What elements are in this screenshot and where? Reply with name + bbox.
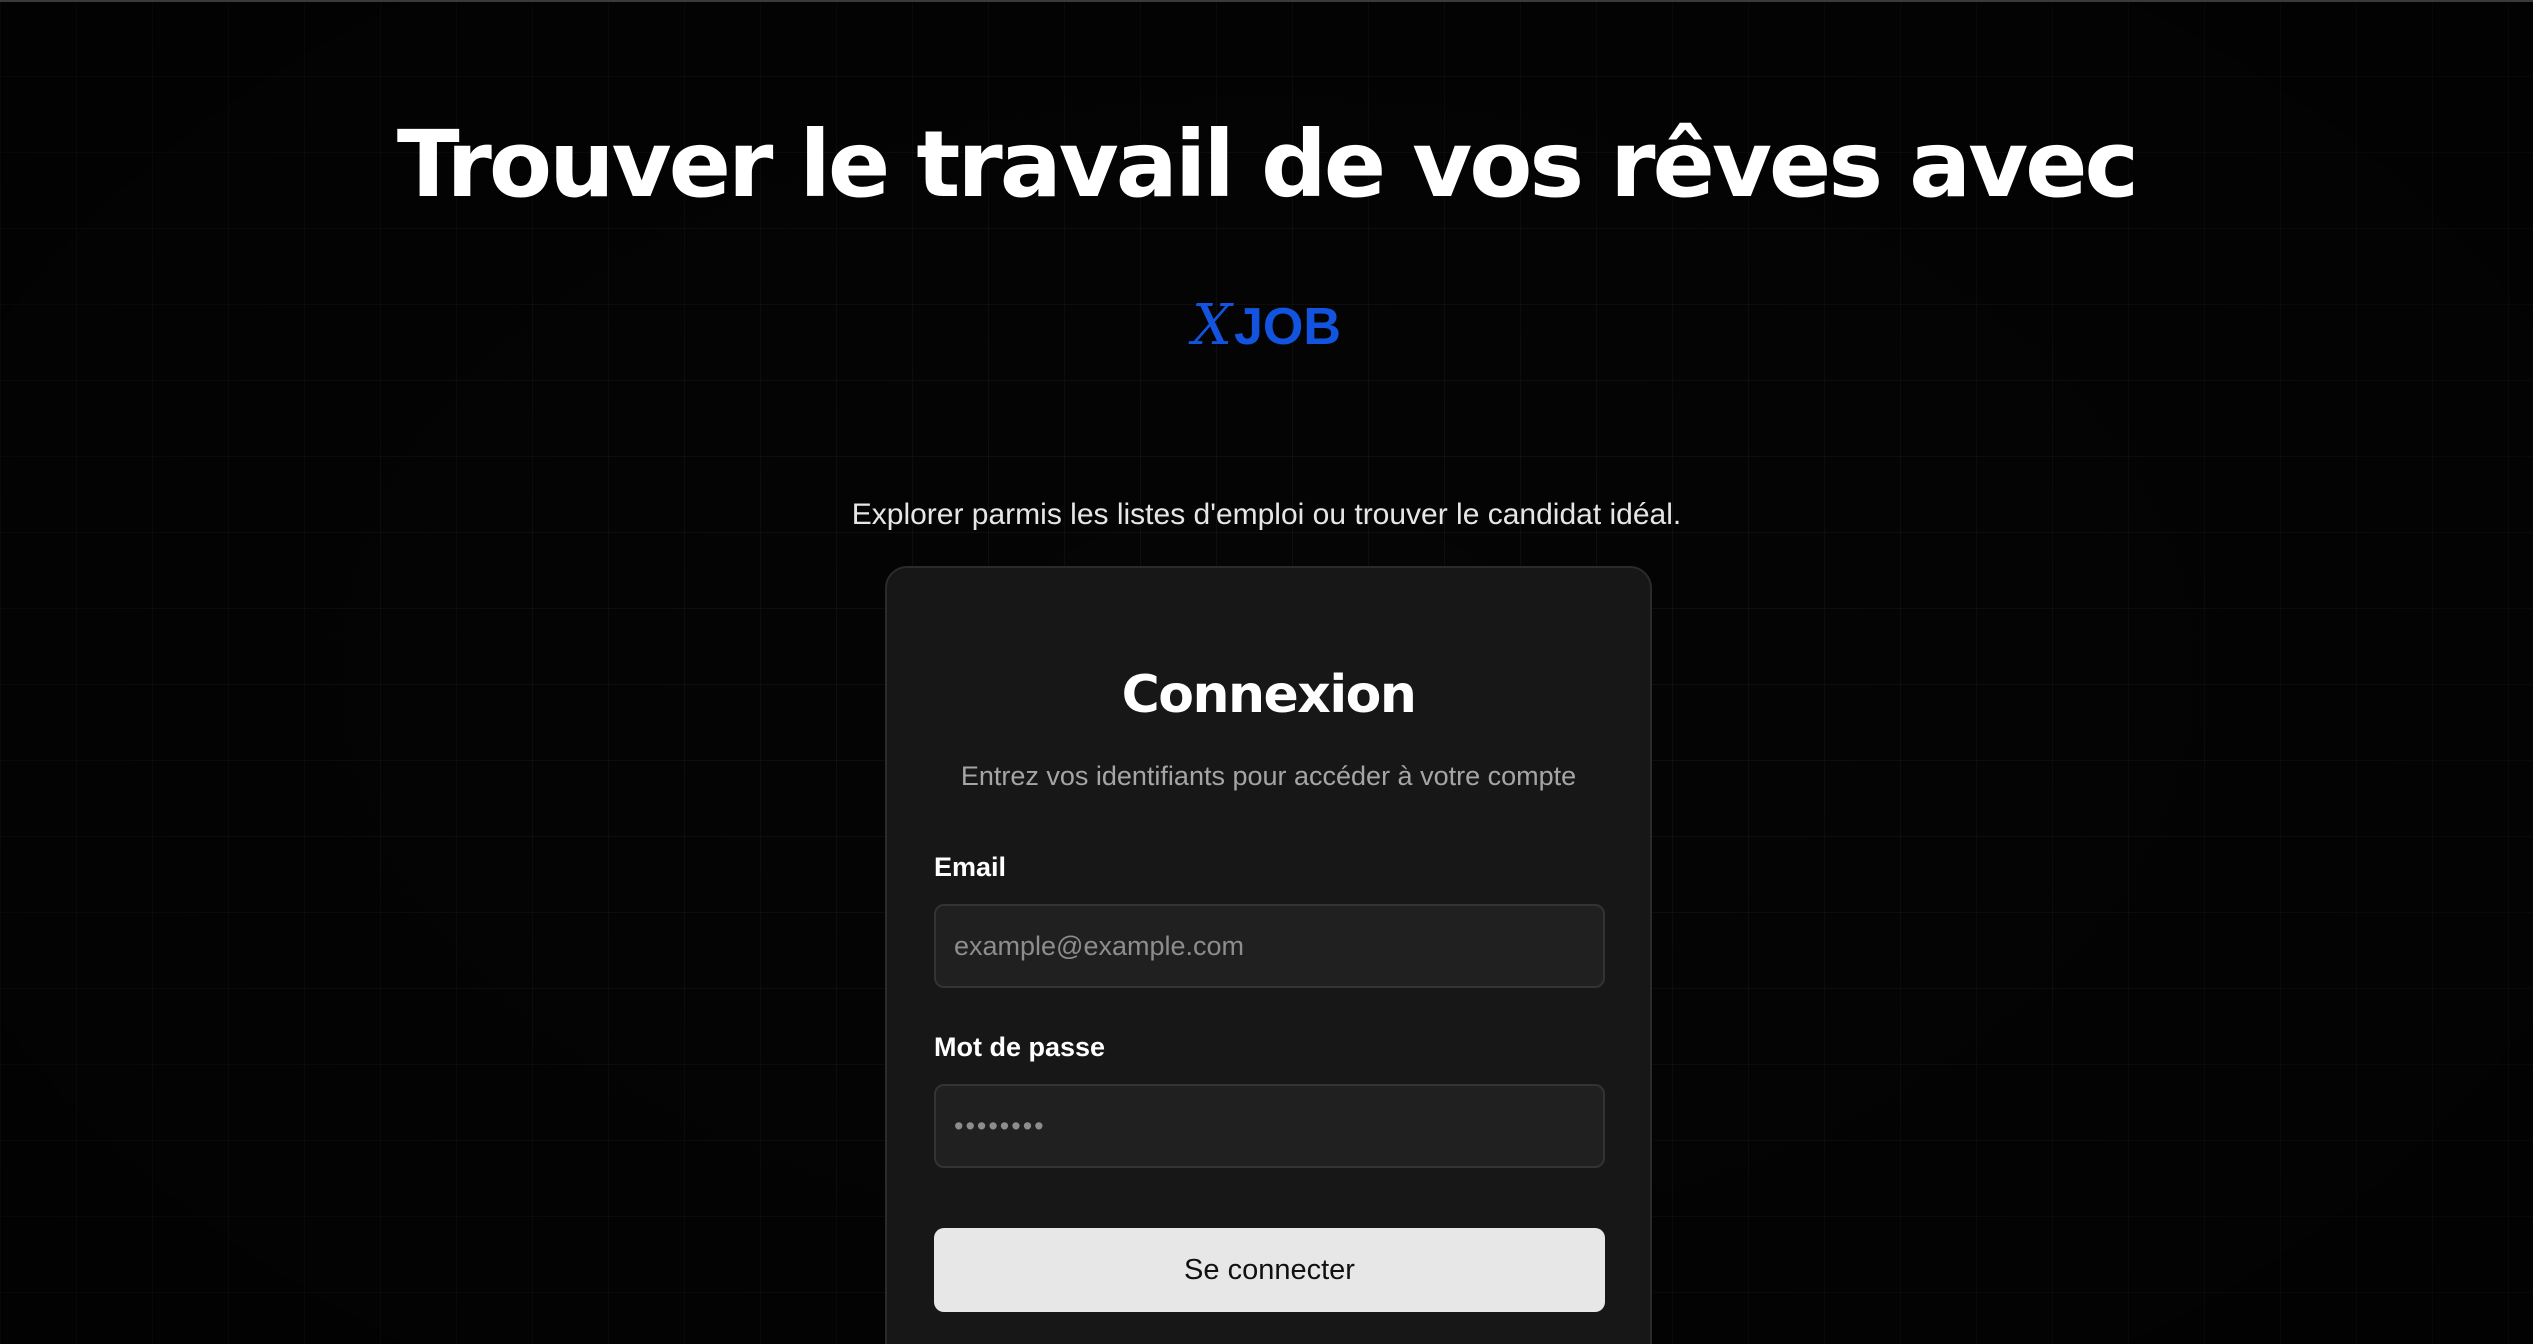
hero-title: Trouver le travail de vos rêves avec — [396, 111, 2139, 218]
password-field[interactable] — [934, 1084, 1605, 1168]
email-field[interactable] — [934, 904, 1605, 988]
login-button[interactable]: Se connecter — [934, 1228, 1605, 1312]
top-border — [0, 0, 2533, 2]
brand-logo: XJOB — [0, 292, 2533, 359]
login-description: Entrez vos identifiants pour accéder à v… — [960, 761, 1577, 791]
email-label: Email — [934, 852, 1007, 882]
login-title: Connexion — [1121, 665, 1417, 725]
login-card: Connexion Entrez vos identifiants pour a… — [885, 566, 1652, 1344]
brand-logo-x: X — [1192, 293, 1232, 358]
brand-logo-job: JOB — [1233, 298, 1341, 356]
hero-subtitle: Explorer parmis les listes d'emploi ou t… — [851, 498, 1682, 531]
password-label: Mot de passe — [934, 1032, 1106, 1062]
